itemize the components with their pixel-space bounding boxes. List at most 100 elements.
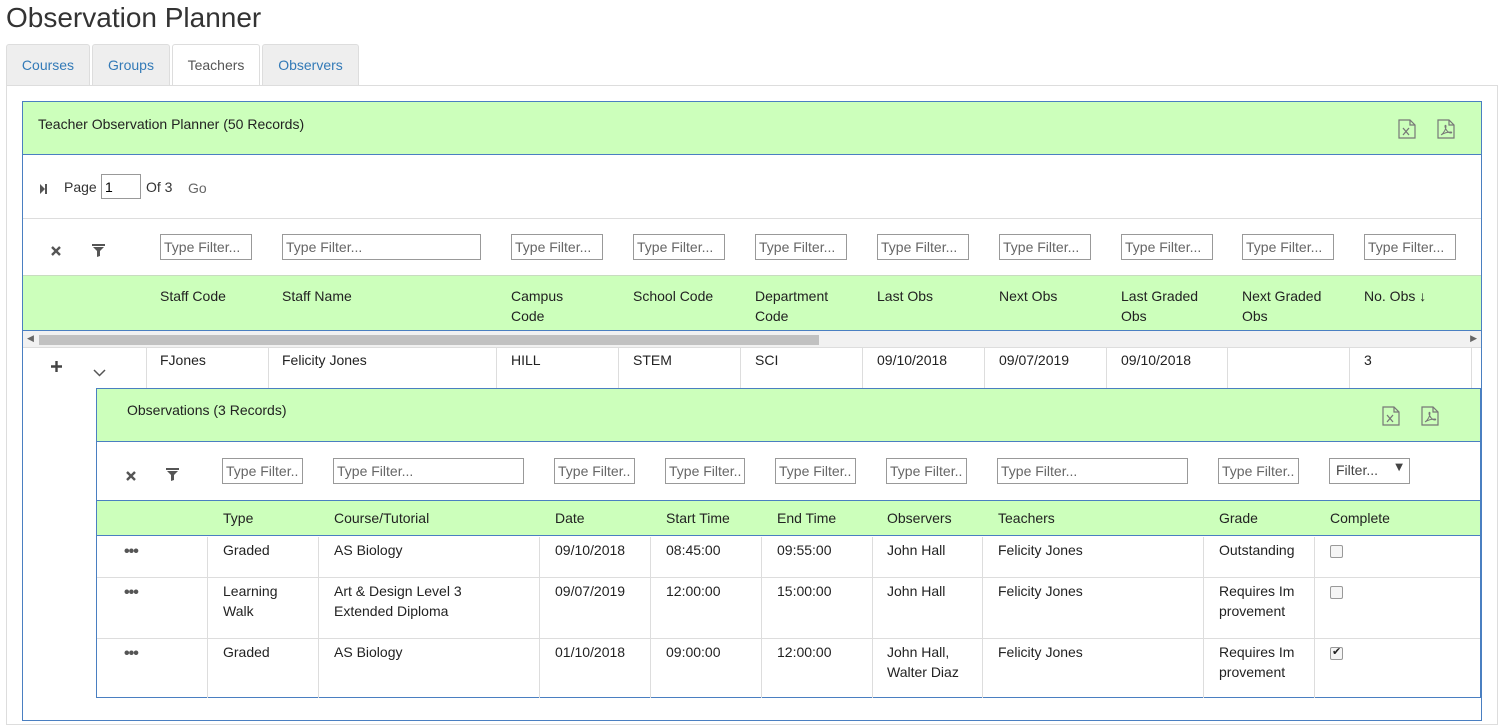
filter-type[interactable] [222, 458, 303, 484]
column-header-last-graded-obs[interactable]: Last Graded Obs [1121, 286, 1217, 326]
observations-grid: Observations (3 Records) Filter... ▼ Typ… [96, 388, 1481, 698]
column-header-end-time[interactable]: End Time [777, 510, 836, 526]
filter-staff-name[interactable] [282, 234, 481, 260]
table-row[interactable]: ••• Graded AS Biology 09/10/2018 08:45:0… [97, 537, 1480, 578]
filter-next-obs[interactable] [999, 234, 1091, 260]
column-header-start-time[interactable]: Start Time [666, 510, 730, 526]
column-header-observers[interactable]: Observers [887, 510, 952, 526]
filter-last-obs[interactable] [877, 234, 969, 260]
column-header-next-obs[interactable]: Next Obs [999, 286, 1057, 306]
column-header-staff-code[interactable]: Staff Code [160, 286, 226, 306]
column-header-no-obs[interactable]: No. Obs ↓ [1364, 286, 1426, 306]
cell-course: AS Biology [334, 542, 403, 558]
page-count-label: Of 3 [146, 179, 173, 195]
filter-school-code[interactable] [633, 234, 725, 260]
tab-groups[interactable]: Groups [92, 44, 170, 86]
column-header-school-code[interactable]: School Code [633, 286, 713, 306]
column-header-staff-name[interactable]: Staff Name [282, 286, 352, 306]
scroll-left-icon[interactable]: ◀ [27, 333, 34, 344]
filter-no-obs[interactable] [1364, 234, 1456, 260]
cell-start-time: 12:00:00 [666, 583, 721, 599]
complete-checkbox[interactable] [1330, 645, 1343, 660]
cell-course: AS Biology [334, 644, 403, 660]
chevron-down-icon[interactable] [93, 364, 106, 380]
observations-column-header-row: Type Course/Tutorial Date Start Time End… [97, 500, 1480, 536]
go-button[interactable]: Go [188, 180, 207, 196]
table-row[interactable]: FJones Felicity Jones HILL STEM SCI 09/1… [23, 348, 1481, 390]
cell-next-obs: 09/07/2019 [999, 352, 1070, 368]
filter-next-graded-obs[interactable] [1242, 234, 1334, 260]
cell-staff-code: FJones [160, 352, 206, 368]
column-header-course[interactable]: Course/Tutorial [334, 510, 429, 526]
cell-date: 01/10/2018 [555, 644, 626, 660]
grid-title: Teacher Observation Planner (50 Records) [38, 116, 305, 132]
filter-icon[interactable] [166, 468, 179, 484]
column-header-next-graded-obs[interactable]: Next Graded Obs [1242, 286, 1342, 326]
cell-end-time: 12:00:00 [777, 644, 832, 660]
pdf-export-icon[interactable] [1421, 406, 1439, 426]
filter-end-time[interactable] [775, 458, 856, 484]
filter-start-time[interactable] [665, 458, 745, 484]
excel-export-icon[interactable] [1382, 406, 1400, 426]
plus-icon[interactable] [50, 360, 63, 376]
first-page-icon[interactable] [37, 182, 49, 198]
filter-row [23, 220, 1481, 275]
table-row[interactable]: ••• Learning Walk Art & Design Level 3 E… [97, 578, 1480, 639]
cell-course: Art & Design Level 3 Extended Diploma [334, 583, 462, 619]
table-row[interactable]: ••• Graded AS Biology 01/10/2018 09:00:0… [97, 639, 1480, 698]
filter-date[interactable] [554, 458, 635, 484]
complete-checkbox[interactable] [1330, 586, 1343, 599]
column-header-campus-code[interactable]: Campus Code [511, 286, 591, 326]
tab-observers[interactable]: Observers [262, 44, 359, 86]
row-menu-icon[interactable]: ••• [124, 584, 139, 602]
cell-grade: Outstanding [1219, 542, 1295, 558]
complete-checkbox[interactable] [1330, 545, 1343, 558]
column-header-complete[interactable]: Complete [1330, 510, 1390, 526]
cell-end-time: 15:00:00 [777, 583, 832, 599]
cell-observers: John Hall [887, 542, 946, 558]
cell-type: Graded [223, 644, 270, 660]
caret-down-icon: ▼ [1395, 462, 1403, 473]
cell-date: 09/07/2019 [555, 583, 626, 599]
cell-start-time: 08:45:00 [666, 542, 721, 558]
filter-campus-code[interactable] [511, 234, 603, 260]
filter-complete-select[interactable]: Filter... ▼ [1329, 458, 1410, 484]
scrollbar-thumb[interactable] [39, 335, 819, 345]
filter-grade[interactable] [1218, 458, 1299, 484]
pdf-export-icon[interactable] [1437, 119, 1455, 139]
filter-course[interactable] [333, 458, 524, 484]
filter-icon[interactable] [92, 244, 105, 260]
tab-teachers[interactable]: Teachers [172, 44, 260, 87]
horizontal-scrollbar[interactable]: ◀ ▶ [23, 331, 1481, 348]
row-menu-icon[interactable]: ••• [124, 543, 139, 561]
filter-teachers[interactable] [997, 458, 1188, 484]
grid-header: Teacher Observation Planner (50 Records) [23, 102, 1481, 155]
cell-last-graded-obs: 09/10/2018 [1121, 352, 1192, 368]
clear-filter-icon[interactable] [125, 469, 137, 485]
page-title: Observation Planner [6, 2, 262, 33]
cell-start-time: 09:00:00 [666, 644, 721, 660]
row-menu-icon[interactable]: ••• [124, 645, 139, 663]
filter-staff-code[interactable] [160, 234, 252, 260]
filter-observers[interactable] [886, 458, 967, 484]
page-number-input[interactable] [101, 174, 141, 199]
column-header-grade[interactable]: Grade [1219, 510, 1258, 526]
column-header-date[interactable]: Date [555, 510, 585, 526]
cell-type: Learning Walk [223, 583, 278, 619]
column-header-department-code[interactable]: Department Code [755, 286, 855, 326]
clear-filter-icon[interactable] [50, 244, 62, 260]
tab-courses[interactable]: Courses [6, 44, 90, 86]
filter-complete-value: Filter... [1336, 462, 1379, 478]
filter-department-code[interactable] [755, 234, 847, 260]
column-header-last-obs[interactable]: Last Obs [877, 286, 933, 306]
scroll-right-icon[interactable]: ▶ [1470, 333, 1477, 344]
cell-school-code: STEM [633, 352, 672, 368]
excel-export-icon[interactable] [1398, 119, 1416, 139]
cell-staff-name: Felicity Jones [282, 352, 367, 368]
column-header-type[interactable]: Type [223, 510, 253, 526]
cell-date: 09/10/2018 [555, 542, 626, 558]
pager: Page Of 3 Go [23, 156, 1481, 219]
filter-last-graded-obs[interactable] [1121, 234, 1213, 260]
column-header-teachers[interactable]: Teachers [998, 510, 1055, 526]
cell-grade: Requires Improvement [1219, 583, 1295, 619]
